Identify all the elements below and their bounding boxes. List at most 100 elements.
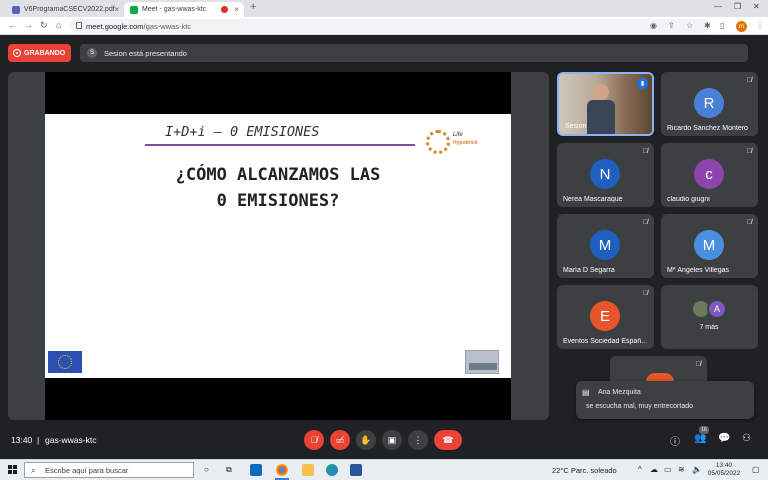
speaker-head [593,84,609,100]
mic-off-icon: 🎙̸ [642,290,648,297]
mic-off-icon: 🎙̸ [642,148,648,155]
minimize-icon[interactable]: — [714,2,722,11]
participant-tile[interactable]: 🎙̸ M Mª Ángeles Villegas [661,214,758,278]
people-icon[interactable]: 👥 [694,433,706,444]
back-icon[interactable]: ← [8,20,17,30]
chat-notification[interactable]: ▤ Ana Mezquita se escucha mal, muy entre… [576,381,754,419]
life-logo-icon [426,130,450,154]
participant-avatar: N [590,159,620,189]
meeting-separator: | [37,435,40,445]
new-tab-button[interactable]: + [250,1,256,13]
tab-meet[interactable]: Meet - gas-wwas-ktc × [124,2,244,17]
presenting-text: Sesion está presentando [104,48,187,58]
clock-date: 05/05/2022 [707,470,741,477]
participant-avatar: c [694,159,724,189]
tab-label: V6ProgramaCSECV2022.pdf [24,6,115,13]
tab-label: Meet - gas-wwas-ktc [142,6,207,13]
onedrive-icon[interactable]: ☁ [650,465,658,474]
maximize-icon[interactable]: ❐ [734,2,741,11]
participant-name: Eventos Sociedad Españ... [563,338,648,345]
more-participants-label: 7 más [699,324,719,331]
meeting-time: 13:40 [11,435,33,445]
more-options-button[interactable]: ⋮ [408,430,428,450]
participant-avatar: R [694,88,724,118]
info-icon[interactable]: ⓘ [670,433,680,448]
profile-avatar[interactable]: m [736,21,747,32]
recording-label: GRABANDO [24,49,66,57]
forward-icon[interactable]: → [24,20,33,30]
presenter-avatar: S [87,48,97,58]
file-explorer-icon[interactable] [302,464,314,476]
participant-tile[interactable]: 🎙̸ N Nerea Mascaraque [557,143,654,207]
slide-title-line1: ¿CÓMO ALCANZAMOS LAS [175,165,381,185]
present-button[interactable]: ▣ [382,430,402,450]
hang-up-icon: ☎ [442,434,454,445]
more-participants-tile[interactable]: A 7 más [661,285,758,349]
bookmark-star-icon[interactable]: ☆ [686,21,693,30]
reload-icon[interactable]: ↻ [40,20,48,31]
recording-button[interactable]: GRABANDO [8,44,71,62]
participant-tile[interactable]: 🎙̸ E Eventos Sociedad Españ... [557,285,654,349]
close-icon[interactable]: × [114,5,119,14]
lock-icon [76,22,82,29]
tab-strip: V6ProgramaCSECV2022.pdf × Meet - gas-wwa… [0,0,768,17]
tab-pdf[interactable]: V6ProgramaCSECV2022.pdf × [6,2,124,17]
tray-chevron-icon[interactable]: ^ [638,465,642,474]
sidepanel-icon[interactable]: ▯ [720,21,724,30]
presenting-banner: S Sesion está presentando [80,44,748,62]
logo-sub: Hypobrick [453,140,478,146]
cortana-icon[interactable]: ○ [204,465,209,474]
recording-indicator-icon [221,6,228,13]
notifications-icon[interactable]: ▢ [752,465,760,474]
pdf-icon [12,5,20,14]
chrome-icon[interactable] [276,464,288,476]
chat-icon[interactable]: 💬 [718,433,730,444]
chat-sender: Ana Mezquita [598,389,641,396]
mic-off-icon: 🎙̸ [746,219,752,226]
eu-flag-icon [48,351,82,373]
present-icon: ▣ [387,434,397,445]
task-view-icon[interactable]: ⧉ [226,465,232,475]
participant-tile[interactable]: 🎙̸ R Ricardo Sánchez Montero [661,72,758,136]
record-icon [13,49,21,57]
letterbox-top [45,72,511,114]
raise-hand-button[interactable]: ✋ [356,430,376,450]
extensions-icon[interactable]: ✱ [704,21,711,30]
window-close-icon[interactable]: ✕ [753,2,760,11]
word-icon[interactable] [350,464,362,476]
camera-toggle-button[interactable]: ▭̸ [330,430,350,450]
activities-icon[interactable]: ⚇ [742,433,751,444]
chat-message: se escucha mal, muy entrecortado [586,403,693,410]
participant-tile[interactable]: 🎙̸ c claudio giugni [661,143,758,207]
menu-icon[interactable]: ⋮ [756,21,764,30]
slide-title: ¿CÓMO ALCANZAMOS LAS 0 EMISIONES? [105,162,451,214]
wifi-icon[interactable]: ≋ [678,465,685,474]
participant-name: Nerea Mascaraque [563,196,623,203]
volume-icon[interactable]: 🔈 [692,465,702,474]
windows-start-icon[interactable] [8,465,18,475]
mic-off-icon: 🎙̸ [746,77,752,84]
camera-off-icon: ▭̸ [335,434,345,445]
participant-name: María D Segarra [563,267,615,274]
home-icon[interactable]: ⌂ [56,20,61,30]
edge-icon[interactable] [326,464,338,476]
weather-widget[interactable]: 22°C Parc. soleado [552,466,617,475]
outlook-icon[interactable] [250,464,262,476]
address-bar: ← → ↻ ⌂ meet.google.com/gas-wwas-ktc ◉ ⇪… [0,17,768,35]
share-icon[interactable]: ⇪ [668,21,675,30]
network-icon[interactable]: ▭ [664,465,672,474]
participant-name: claudio giugni [667,196,710,203]
mic-toggle-button[interactable]: 🎙̸ [304,430,324,450]
clock-time: 13:40 [715,462,733,469]
system-clock[interactable]: 13:40 05/05/2022 [704,462,744,478]
participant-tile-partial[interactable]: 🎙̸ [610,356,707,382]
participant-tile-self[interactable]: ▮ Sesion [557,72,654,136]
close-icon[interactable]: × [234,5,239,14]
taskbar-search-input[interactable]: ⌕ Escribe aquí para buscar [24,462,194,478]
participant-tile[interactable]: 🎙̸ M María D Segarra [557,214,654,278]
leave-call-button[interactable]: ☎ [434,430,462,450]
url-input[interactable]: meet.google.com/gas-wwas-ktc [70,19,710,33]
camera-permission-icon[interactable]: ◉ [650,21,657,30]
presented-slide: I+D+i – 0 EMISIONES Life Hypobrick ¿CÓMO… [45,114,511,378]
slide-header: I+D+i – 0 EMISIONES [165,124,320,140]
